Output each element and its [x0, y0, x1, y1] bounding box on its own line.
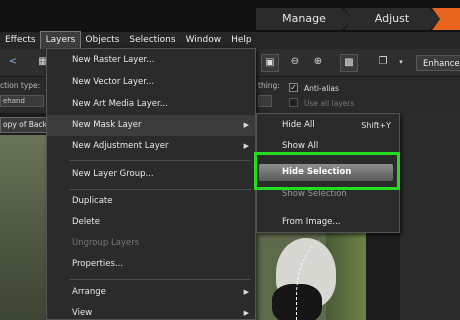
menu-item-new-layer-group[interactable]: New Layer Group... — [47, 164, 255, 185]
menu-separator — [69, 160, 251, 161]
menu-item-view[interactable]: View ▶ — [47, 303, 255, 320]
menu-item-ungroup-layers: Ungroup Layers — [72, 238, 140, 248]
menu-layers[interactable]: Layers — [39, 31, 82, 50]
document-tab[interactable]: opy of Backg — [0, 117, 48, 133]
canvas-image-left — [0, 135, 48, 320]
smoothing-field[interactable] — [258, 95, 272, 107]
fit-window-icon[interactable]: ▣ — [261, 54, 279, 72]
copy-icon[interactable]: ❐ — [374, 54, 392, 72]
menu-item-new-adjustment-layer-label: New Adjustment Layer — [72, 141, 169, 151]
use-all-layers-checkbox[interactable] — [289, 98, 298, 107]
submenu-arrow-icon: ▶ — [243, 309, 249, 317]
tab-manage[interactable]: Manage — [256, 8, 352, 30]
menu-effects[interactable]: Effects — [0, 32, 41, 49]
highlight-box — [254, 152, 400, 190]
anti-alias-label: Anti-alias — [304, 84, 339, 93]
chevron-down-icon[interactable]: ▾ — [396, 54, 406, 72]
menu-item-duplicate[interactable]: Duplicate — [47, 191, 255, 212]
menu-item-new-raster-layer[interactable]: New Raster Layer... — [47, 50, 255, 71]
menu-item-hide-all-label: Hide All — [282, 120, 315, 130]
use-all-layers-label: Use all layers — [304, 99, 355, 108]
selection-type-label: ction type: — [0, 81, 41, 90]
enhance-button[interactable]: Enhance — [416, 55, 460, 71]
menu-item-arrange[interactable]: Arrange ▶ — [47, 282, 255, 303]
menu-item-view-label: View — [72, 308, 93, 318]
tab-adjust[interactable]: Adjust — [344, 8, 440, 30]
submenu-arrow-icon: ▶ — [243, 142, 249, 150]
menu-objects[interactable]: Objects — [80, 32, 124, 49]
canvas-photo — [256, 232, 366, 320]
zoom-in-icon[interactable]: ⊕ — [309, 54, 327, 72]
submenu-arrow-icon: ▶ — [243, 121, 249, 129]
menu-item-new-mask-layer-label: New Mask Layer — [72, 120, 142, 130]
submenu-arrow-icon: ▶ — [243, 288, 249, 296]
menu-item-hide-all[interactable]: Hide All Shift+Y — [257, 115, 399, 136]
menu-item-arrange-label: Arrange — [72, 287, 106, 297]
actual-size-icon[interactable]: ▩ — [340, 54, 358, 72]
menu-help[interactable]: Help — [226, 32, 257, 49]
menu-item-new-vector-layer[interactable]: New Vector Layer... — [47, 72, 255, 93]
menu-separator — [69, 189, 251, 190]
layers-menu: New Raster Layer... New Vector Layer... … — [46, 48, 256, 320]
anti-alias-checkbox[interactable]: ✓ — [289, 83, 298, 92]
hide-all-shortcut: Shift+Y — [361, 121, 391, 130]
share-icon[interactable]: < — [4, 54, 22, 72]
menu-item-new-mask-layer[interactable]: New Mask Layer ▶ — [47, 115, 255, 136]
menu-item-properties[interactable]: Properties... — [47, 254, 255, 275]
menu-item-delete[interactable]: Delete — [47, 212, 255, 233]
canvas-background — [400, 113, 460, 320]
zoom-out-icon[interactable]: ⊖ — [286, 54, 304, 72]
workspace-bar: Manage Adjust — [0, 0, 460, 32]
menu-bar: Effects Layers Objects Selections Window… — [0, 31, 460, 50]
menu-item-new-art-media-layer[interactable]: New Art Media Layer... — [47, 94, 255, 115]
menu-separator — [69, 279, 251, 280]
menu-window[interactable]: Window — [181, 32, 227, 49]
menu-item-from-image[interactable]: From Image... — [257, 212, 399, 233]
selection-type-dropdown[interactable]: ehand — [0, 95, 44, 107]
smoothing-label: thing: — [258, 81, 280, 90]
menu-selections[interactable]: Selections — [124, 32, 180, 49]
menu-item-new-adjustment-layer[interactable]: New Adjustment Layer ▶ — [47, 136, 255, 157]
